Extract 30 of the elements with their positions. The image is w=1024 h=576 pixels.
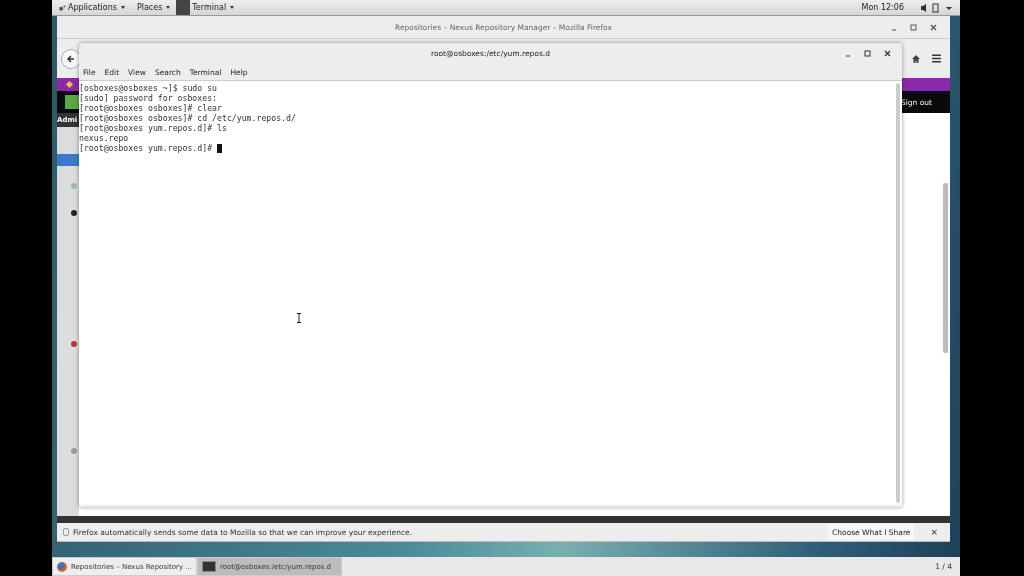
clock: Mon 12:06 [861, 3, 904, 12]
home-icon[interactable] [911, 53, 921, 64]
i-beam-cursor-icon [296, 313, 302, 323]
terminal-icon [202, 561, 216, 572]
top-menu[interactable]: Places [130, 0, 177, 15]
logo-icon [65, 95, 79, 109]
system-tray-icon[interactable] [920, 2, 954, 13]
caret-icon [120, 6, 125, 9]
terminal-line: [root@osboxes yum.repos.d]# [79, 143, 213, 153]
close-button[interactable]: × [924, 526, 944, 538]
caret-icon [166, 6, 171, 9]
back-button[interactable] [61, 48, 81, 69]
terminal-line: [root@osboxes osboxes]# clear [79, 103, 223, 113]
terminal-line: nexus.repo [79, 133, 130, 143]
terminal-line: [root@osboxes osboxes]# cd /etc/yum.repos.d/ [79, 113, 297, 123]
terminal-icon [176, 0, 191, 15]
terminal-line: [root@osboxes yum.repos.d]# ls [79, 123, 228, 133]
dot-icon [71, 210, 77, 216]
back-arrow-icon [66, 53, 76, 64]
scrollbar[interactable] [896, 83, 900, 503]
globe-icon [57, 561, 67, 572]
terminal-line: [sudo] password for osboxes: [79, 93, 219, 103]
terminal-line: [osboxes@osboxes ~]$ sudo su [79, 83, 219, 93]
info-icon [63, 528, 69, 536]
caret-icon [230, 6, 235, 9]
top-menu[interactable]: Applications [52, 0, 131, 15]
menu-icon[interactable] [931, 53, 942, 64]
text-cursor [217, 143, 223, 153]
scrollbar[interactable] [943, 183, 948, 353]
diamond-icon [65, 80, 74, 89]
